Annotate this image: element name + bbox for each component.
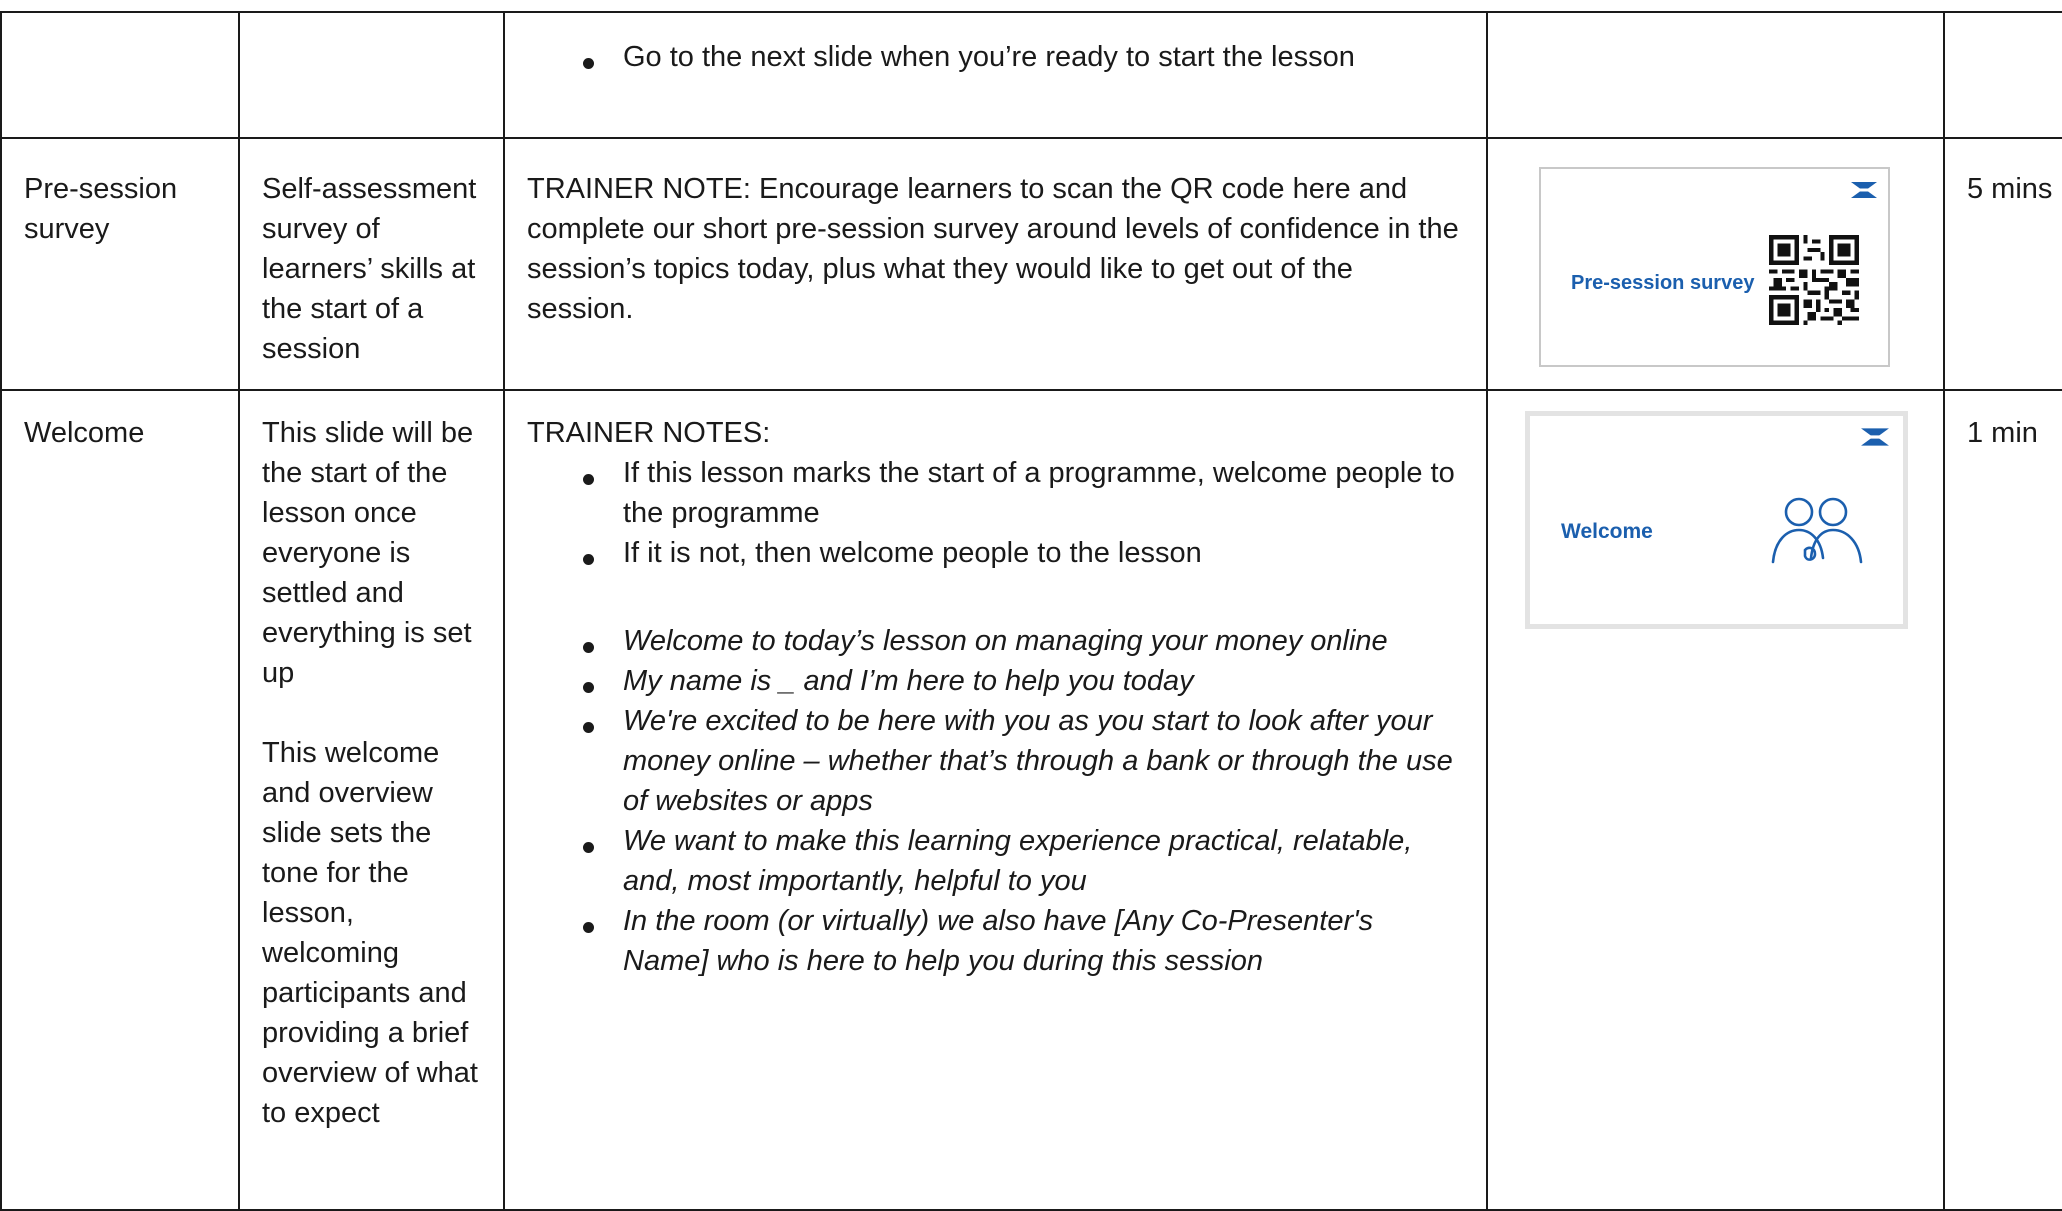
people-icon — [1771, 497, 1863, 564]
description-paragraph: This welcome and overview slide sets the… — [262, 737, 478, 1129]
survey-slide-thumbnail: Pre-session survey — [1539, 167, 1890, 367]
section-cell: Pre-session survey — [0, 137, 240, 391]
description-cell: Self-assessment survey of learners’ skil… — [238, 137, 505, 391]
description-cell: This slide will be the start of the less… — [238, 389, 505, 1211]
notes-heading: TRAINER NOTES: — [527, 417, 771, 449]
table-row: Pre-session survey Self-assessment surve… — [0, 137, 2062, 391]
notes-cell: Go to the next slide when you’re ready t… — [503, 11, 1488, 139]
lesson-plan-table: Go to the next slide when you’re ready t… — [0, 11, 2062, 1211]
section-cell: Welcome — [0, 389, 240, 1211]
table-row: Go to the next slide when you’re ready t… — [0, 11, 2062, 139]
list-item: We're excited to be here with you as you… — [583, 701, 1464, 821]
list-item: In the room (or virtually) we also have … — [583, 901, 1464, 981]
halifax-logo-icon — [1851, 182, 1877, 198]
slide-cell — [1486, 11, 1945, 139]
slide-cell: Pre-session survey — [1486, 137, 1945, 391]
script-list: Welcome to today’s lesson on managing yo… — [527, 621, 1464, 981]
notes-list: If this lesson marks the start of a prog… — [527, 453, 1464, 573]
list-item: Go to the next slide when you’re ready t… — [583, 37, 1464, 77]
time-cell — [1943, 11, 2062, 139]
notes-cell: TRAINER NOTES: If this lesson marks the … — [503, 389, 1488, 1211]
list-item: Welcome to today’s lesson on managing yo… — [583, 621, 1464, 661]
list-item: If this lesson marks the start of a prog… — [583, 453, 1464, 533]
slide-cell: Welcome — [1486, 389, 1945, 1211]
slide-title: Welcome — [1561, 520, 1653, 543]
halifax-logo-icon — [1861, 428, 1889, 446]
slide-title: Pre-session survey — [1571, 272, 1755, 294]
qr-code-icon — [1769, 235, 1859, 325]
welcome-slide-thumbnail: Welcome — [1525, 411, 1908, 629]
time-cell: 1 min — [1943, 389, 2062, 1211]
notes-cell: TRAINER NOTE: Encourage learners to scan… — [503, 137, 1488, 391]
list-item: We want to make this learning experience… — [583, 821, 1464, 901]
description-paragraph: This slide will be the start of the less… — [262, 417, 474, 689]
list-item: If it is not, then welcome people to the… — [583, 533, 1464, 573]
time-cell: 5 mins — [1943, 137, 2062, 391]
section-cell — [0, 11, 240, 139]
table-row: Welcome This slide will be the start of … — [0, 389, 2062, 1211]
description-cell — [238, 11, 505, 139]
notes-list: Go to the next slide when you’re ready t… — [527, 37, 1464, 77]
list-item: My name is _ and I’m here to help you to… — [583, 661, 1464, 701]
